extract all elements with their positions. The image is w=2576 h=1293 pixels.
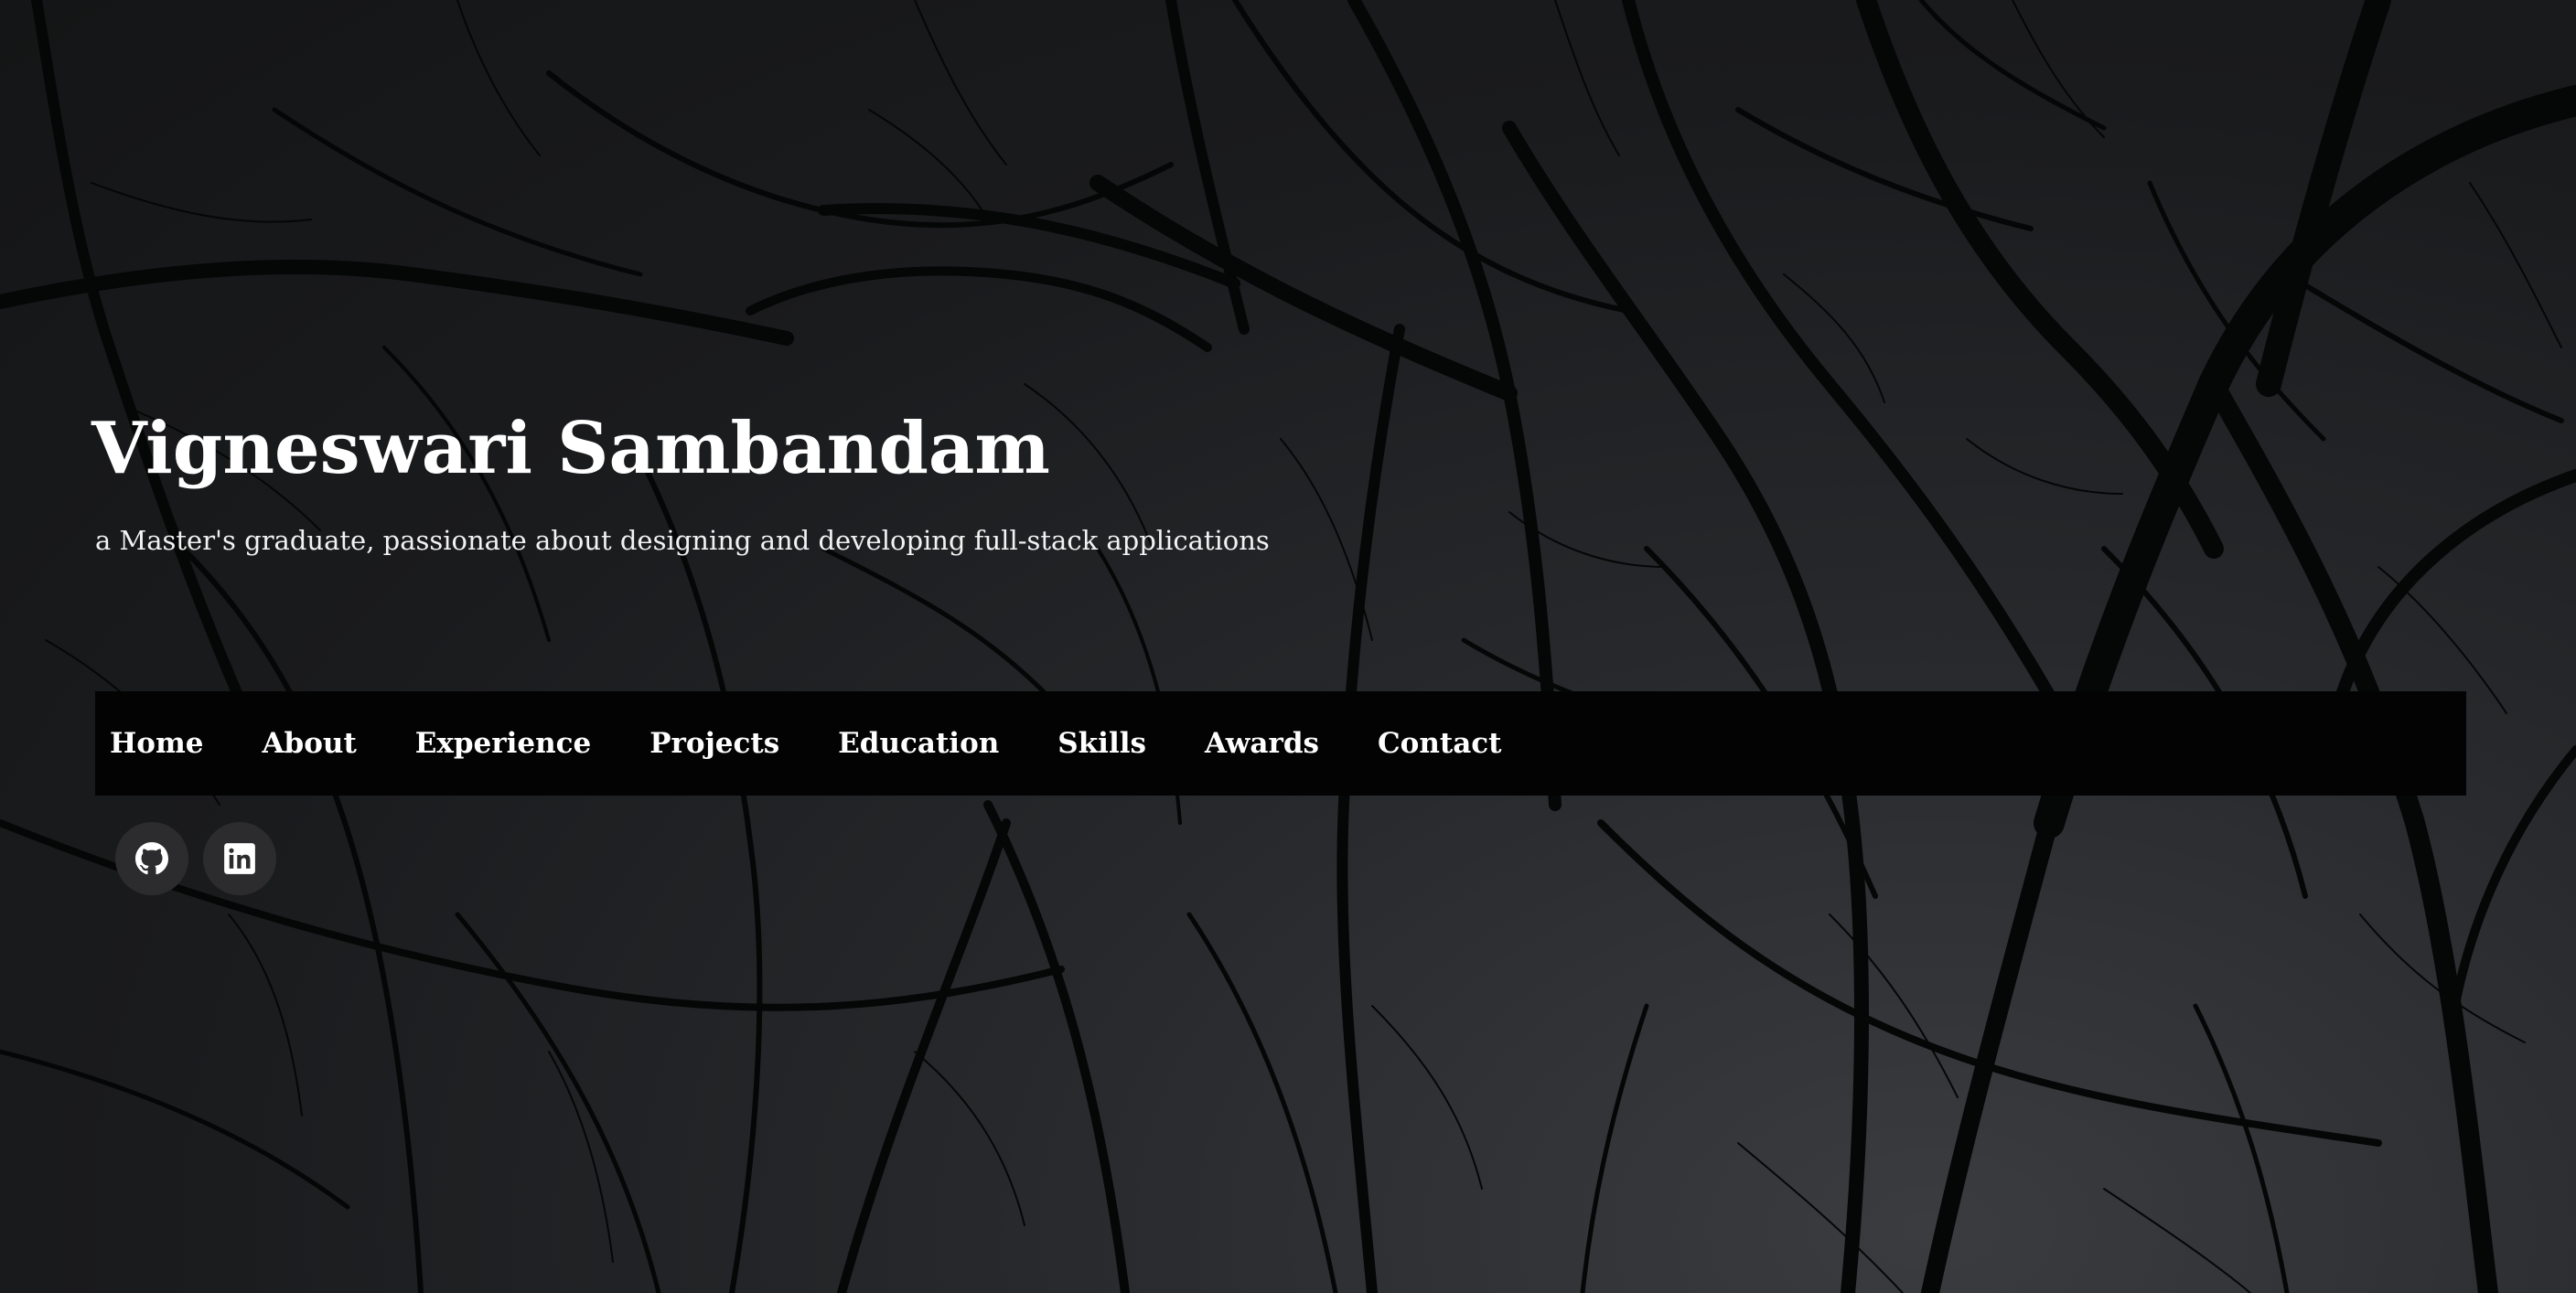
nav-item-contact[interactable]: Contact [1348,727,1531,760]
nav-item-experience[interactable]: Experience [386,727,620,760]
linkedin-button[interactable] [203,822,276,895]
nav-item-education[interactable]: Education [809,727,1028,760]
main-navigation: Home About Experience Projects Education… [95,691,2466,796]
page-subtitle: a Master's graduate, passionate about de… [95,525,1270,556]
github-button[interactable] [115,822,188,895]
nav-item-projects[interactable]: Projects [620,727,809,760]
hero-section: Vigneswari Sambandam a Master's graduate… [0,0,2576,1293]
tree-branches-background [0,0,2576,1293]
page-title: Vigneswari Sambandam [91,407,1050,490]
nav-item-home[interactable]: Home [95,727,233,760]
github-icon [135,842,168,875]
nav-item-skills[interactable]: Skills [1028,727,1175,760]
nav-item-awards[interactable]: Awards [1175,727,1348,760]
linkedin-icon [224,843,255,874]
nav-item-about[interactable]: About [233,727,386,760]
social-links [115,822,276,895]
